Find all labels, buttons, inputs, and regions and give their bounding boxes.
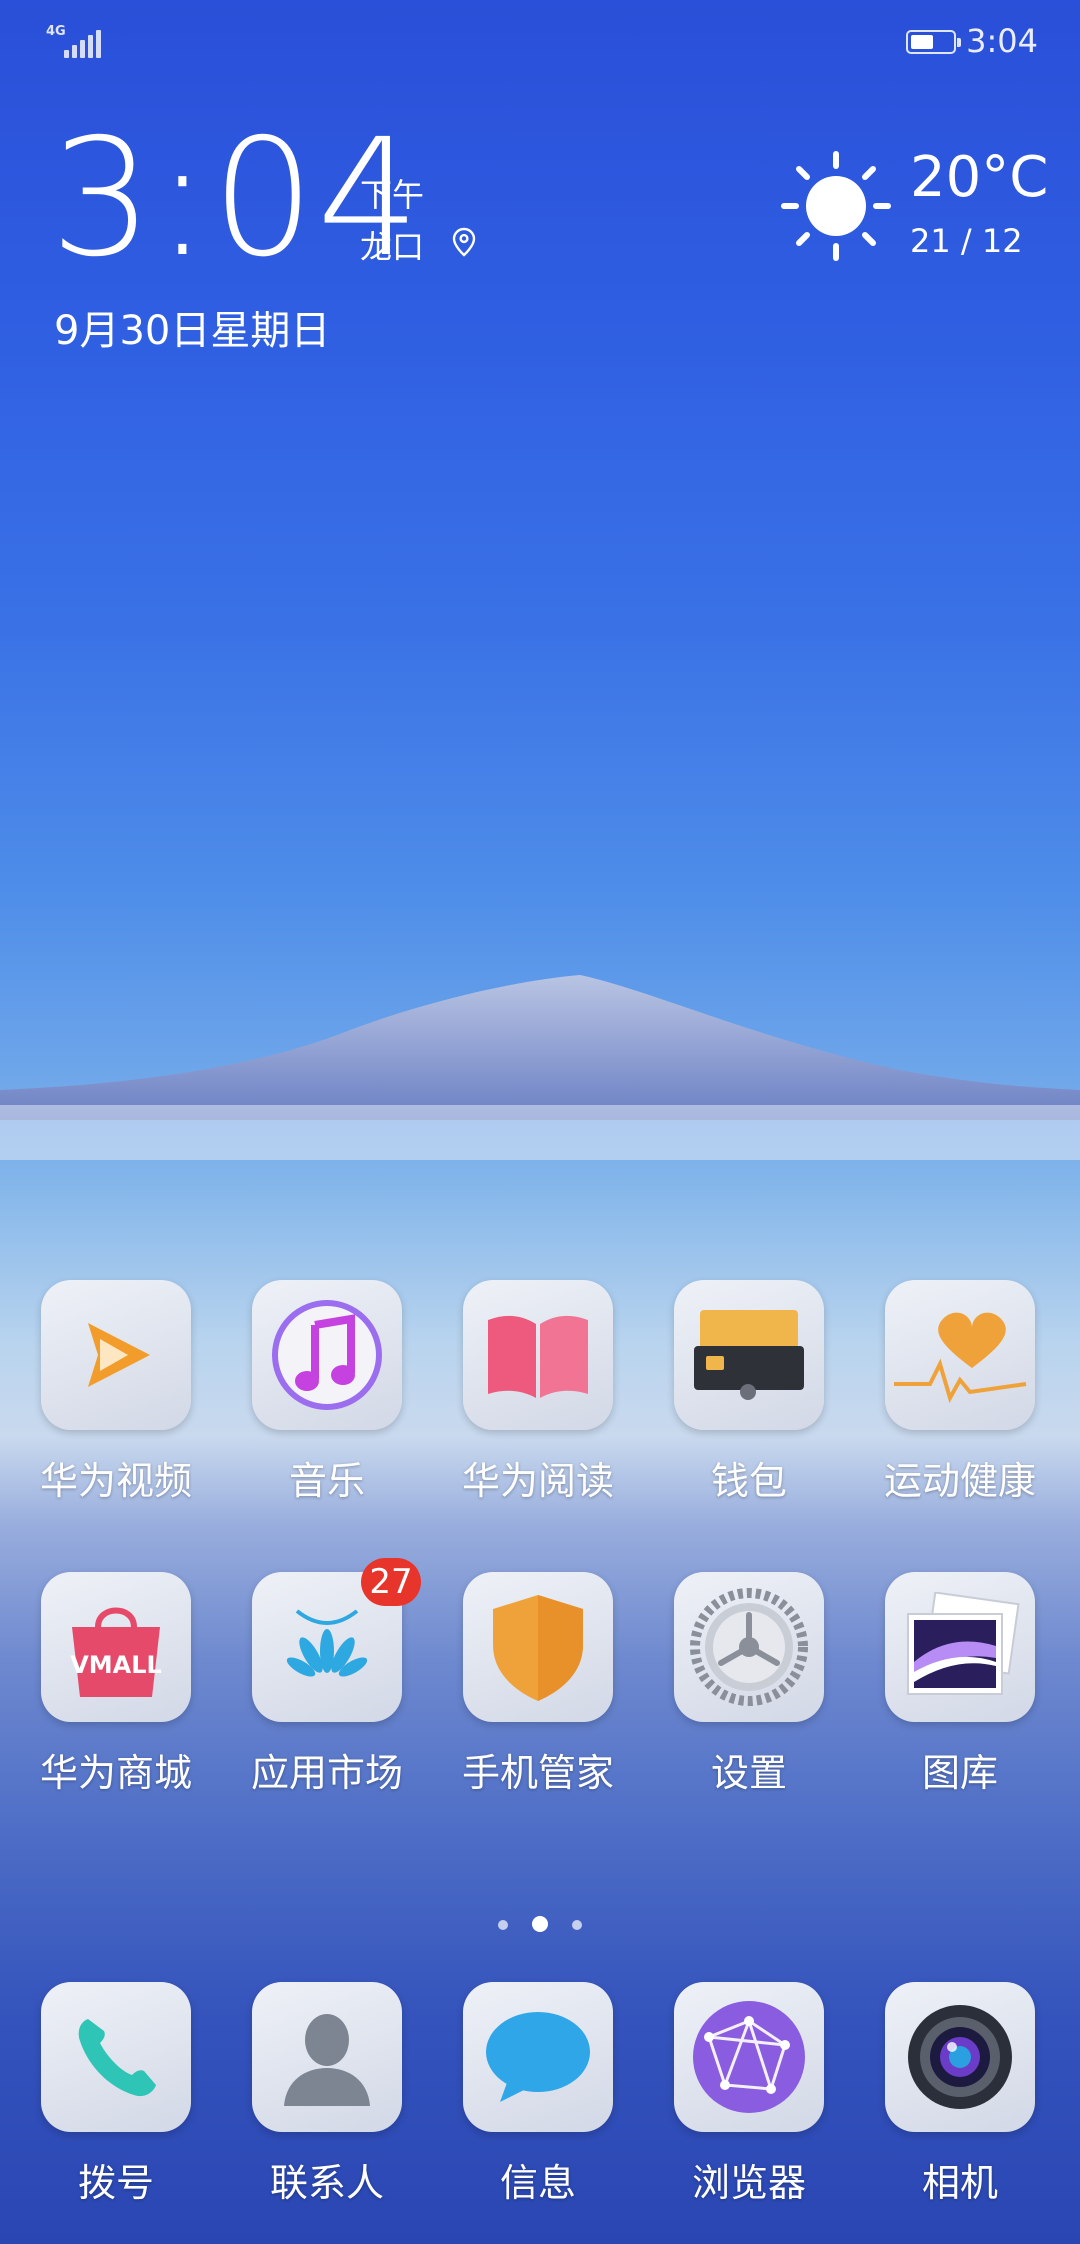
clock-city: 龙口 bbox=[360, 228, 425, 266]
sun-icon bbox=[781, 151, 891, 261]
app-tile bbox=[252, 1982, 402, 2132]
vmall-icon: VMALL bbox=[70, 1607, 162, 1697]
clock-widget[interactable]: 3:04 下午 龙口 9月30日星期日 bbox=[50, 118, 510, 358]
signal-icon: 4G bbox=[46, 24, 102, 58]
notification-badge: 27 bbox=[361, 1558, 421, 1606]
status-time: 3:04 bbox=[966, 22, 1038, 60]
weather-range: 21 / 12 bbox=[910, 222, 1023, 260]
app-label: 拨号 bbox=[77, 2161, 154, 2205]
app-tile bbox=[463, 1572, 613, 1722]
music-icon bbox=[272, 1300, 382, 1410]
gallery-icon bbox=[907, 1592, 1020, 1695]
weather-widget[interactable]: 20°C 21 / 12 bbox=[780, 150, 1048, 270]
page-dot-current[interactable] bbox=[532, 1916, 548, 1932]
app-tile bbox=[885, 1982, 1035, 2132]
phone-icon bbox=[78, 2019, 156, 2097]
huawei-video-icon bbox=[88, 1323, 150, 1387]
app-tile bbox=[41, 1280, 191, 1430]
health-icon bbox=[894, 1312, 1027, 1404]
page-dot[interactable] bbox=[498, 1920, 508, 1930]
app-tile bbox=[885, 1280, 1035, 1430]
network-type: 4G bbox=[46, 24, 66, 39]
app-label: 联系人 bbox=[269, 2161, 384, 2205]
app-label: 应用市场 bbox=[250, 1751, 403, 1795]
app-label: 信息 bbox=[499, 2161, 576, 2205]
contact-icon bbox=[284, 2014, 370, 2106]
battery-icon bbox=[906, 30, 961, 54]
app-label: 手机管家 bbox=[461, 1751, 614, 1795]
dock: 拨号 联系人 信息 浏览器 相机 bbox=[0, 1982, 1080, 2244]
app-tile bbox=[674, 1280, 824, 1430]
app-tile bbox=[463, 1982, 613, 2132]
app-label: 华为阅读 bbox=[461, 1459, 614, 1503]
browser-icon bbox=[693, 2001, 805, 2113]
app-market-icon bbox=[286, 1609, 368, 1677]
page-dot[interactable] bbox=[572, 1920, 582, 1930]
vmall-text: VMALL bbox=[70, 1651, 162, 1679]
app-label: 华为商城 bbox=[39, 1751, 192, 1795]
app-label: 华为视频 bbox=[39, 1459, 192, 1503]
camera-icon bbox=[908, 2005, 1012, 2109]
app-label: 钱包 bbox=[710, 1459, 787, 1503]
app-tile: VMALL bbox=[41, 1572, 191, 1722]
shield-icon bbox=[493, 1595, 583, 1701]
app-label: 运动健康 bbox=[883, 1459, 1036, 1503]
app-label: 相机 bbox=[921, 2161, 998, 2205]
app-tile bbox=[885, 1572, 1035, 1722]
app-label: 音乐 bbox=[288, 1459, 365, 1503]
wallpaper-mountain bbox=[0, 975, 1080, 1160]
app-tile bbox=[252, 1280, 402, 1430]
battery-level bbox=[911, 35, 933, 49]
clock-date: 9月30日星期日 bbox=[54, 308, 331, 354]
app-tile bbox=[674, 1572, 824, 1722]
app-label: 图库 bbox=[921, 1751, 998, 1795]
app-tile bbox=[41, 1982, 191, 2132]
page-indicator[interactable] bbox=[490, 1914, 590, 1938]
clock-ampm: 下午 bbox=[360, 176, 425, 214]
app-tile bbox=[674, 1982, 824, 2132]
app-tile bbox=[463, 1280, 613, 1430]
weather-temperature: 20°C bbox=[910, 145, 1049, 210]
message-icon bbox=[486, 2012, 590, 2102]
app-label: 设置 bbox=[710, 1751, 787, 1795]
location-pin-icon bbox=[452, 227, 476, 257]
app-label: 浏览器 bbox=[691, 2161, 806, 2205]
gear-icon bbox=[690, 1588, 808, 1706]
wallet-icon bbox=[694, 1310, 804, 1400]
status-bar: 4G 3:04 bbox=[0, 0, 1080, 80]
book-icon bbox=[488, 1315, 588, 1398]
